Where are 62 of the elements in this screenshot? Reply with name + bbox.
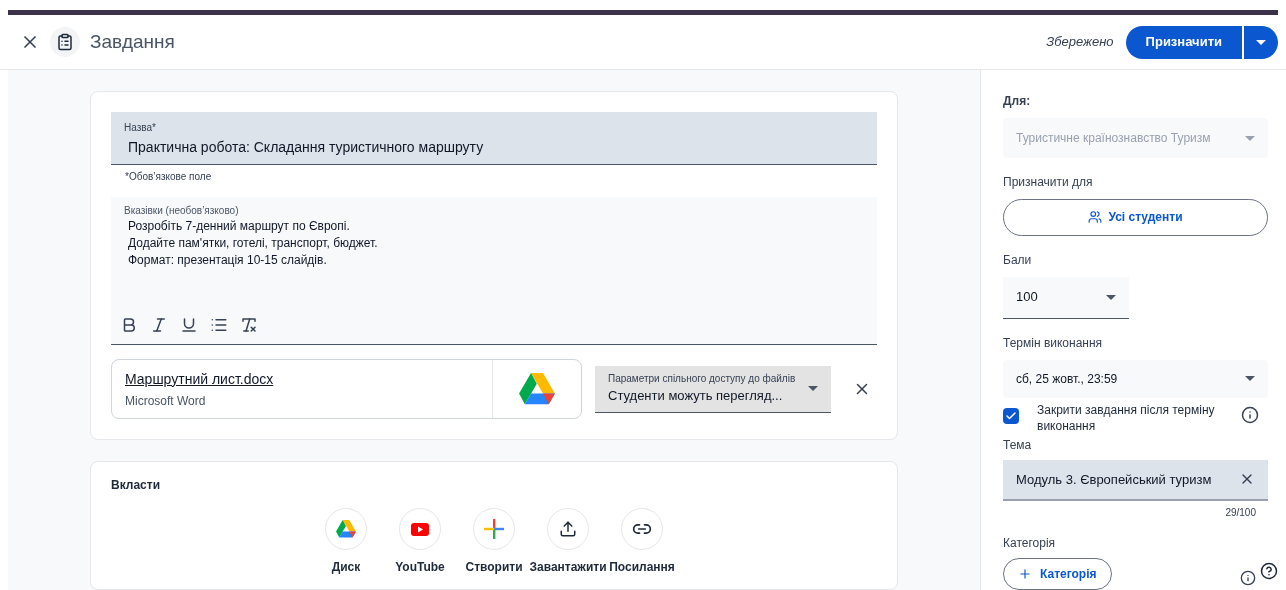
close-after-checkbox[interactable]: [1003, 407, 1019, 424]
category-label: Категорія: [1003, 535, 1057, 552]
drive-icon: [519, 373, 555, 405]
dropdown-caret-icon: [808, 386, 818, 391]
sharing-label: Параметри спільного доступу до файлів: [608, 372, 797, 387]
attach-option-label: Посилання: [609, 559, 675, 576]
plus-icon: [1018, 567, 1032, 581]
dropdown-caret-icon: [1245, 376, 1255, 382]
assign-to-label: Призначити для: [1003, 174, 1094, 192]
required-field-note: *Обов’язкове поле: [125, 170, 213, 184]
dropdown-caret-icon: [1245, 135, 1255, 141]
video-play-icon: [411, 522, 429, 536]
check-icon: [1005, 409, 1017, 422]
italic-icon[interactable]: [150, 316, 168, 334]
assign-options-button[interactable]: [1244, 25, 1278, 59]
clipboard-icon: [56, 33, 74, 51]
attachment-type: Microsoft Word: [125, 392, 207, 410]
points-dropdown[interactable]: 100: [1003, 276, 1129, 319]
drive-icon: [336, 520, 356, 538]
attach-option-label: Завантажити: [529, 559, 607, 576]
attach-option-label: Створити: [465, 559, 523, 576]
assign-button[interactable]: Призначити: [1125, 25, 1242, 59]
attach-option-label: YouTube: [395, 559, 445, 576]
instructions-label: Вказівки (необов’язково): [124, 204, 240, 218]
due-dropdown[interactable]: сб, 25 жовт., 23:59: [1003, 359, 1268, 398]
attach-title: Вкласти: [111, 477, 162, 494]
sharing-value: Студенти можуть перегляд...: [608, 387, 784, 406]
close-after-label: Закрити завдання після терміну виконання: [1037, 401, 1216, 434]
attachment-name[interactable]: Маршрутний лист.docx: [125, 368, 492, 390]
saved-status: Збережено: [1046, 33, 1114, 52]
dropdown-caret-icon: [1256, 39, 1266, 45]
dropdown-caret-icon: [1106, 294, 1116, 300]
instructions-line: Формат: презентація 10-15 слайдів.: [128, 252, 328, 269]
underline-icon[interactable]: [180, 316, 198, 334]
upload-icon: [559, 520, 577, 538]
topic-character-count: 29/100: [1225, 506, 1256, 520]
title-field-label: Назва*: [124, 121, 157, 135]
info-icon[interactable]: [1240, 570, 1256, 586]
points-label: Бали: [1003, 251, 1033, 269]
due-label: Термін виконання: [1003, 334, 1104, 352]
topic-field[interactable]: Модуль 3. Європейський туризм: [1003, 459, 1268, 501]
title-field-value: Практична робота: Складання туристичного маршруту: [128, 138, 485, 157]
bulleted-list-icon[interactable]: [210, 316, 228, 334]
instructions-field[interactable]: Вказівки (необов’язково) Розробіть 7-денний маршрут по Європі. Додайте пам'ятки, готелі, транспорт, бюджет. Формат: презентація 10-15 слайдів.: [111, 197, 877, 345]
topic-label: Тема: [1003, 436, 1033, 454]
help-icon[interactable]: [1260, 562, 1278, 580]
plus-icon: [484, 519, 504, 539]
due-value: сб, 25 жовт., 23:59: [1016, 370, 1118, 388]
sharing-dropdown[interactable]: Параметри спільного доступу до файлів Студенти можуть перегляд...: [595, 365, 831, 413]
title-field[interactable]: Назва* Практична робота: Складання туристичного маршруту: [111, 112, 877, 165]
instructions-line: Розробіть 7-денний маршрут по Європі.: [128, 218, 351, 235]
page-title: Завдання: [90, 29, 175, 54]
topic-value: Модуль 3. Європейський туризм: [1016, 470, 1212, 489]
class-value: Туристичне країнознавство Туризм: [1016, 130, 1211, 148]
points-value: 100: [1016, 288, 1038, 307]
attachment-card[interactable]: Маршрутний лист.docx Microsoft Word: [111, 359, 582, 419]
attach-option-label: Диск: [331, 559, 361, 576]
users-icon: [1088, 210, 1103, 225]
info-icon[interactable]: [1241, 405, 1259, 424]
for-label: Для:: [1003, 93, 1032, 110]
instructions-line: Додайте пам'ятки, готелі, транспорт, бюджет.: [128, 235, 379, 252]
clear-formatting-icon[interactable]: [240, 316, 258, 334]
